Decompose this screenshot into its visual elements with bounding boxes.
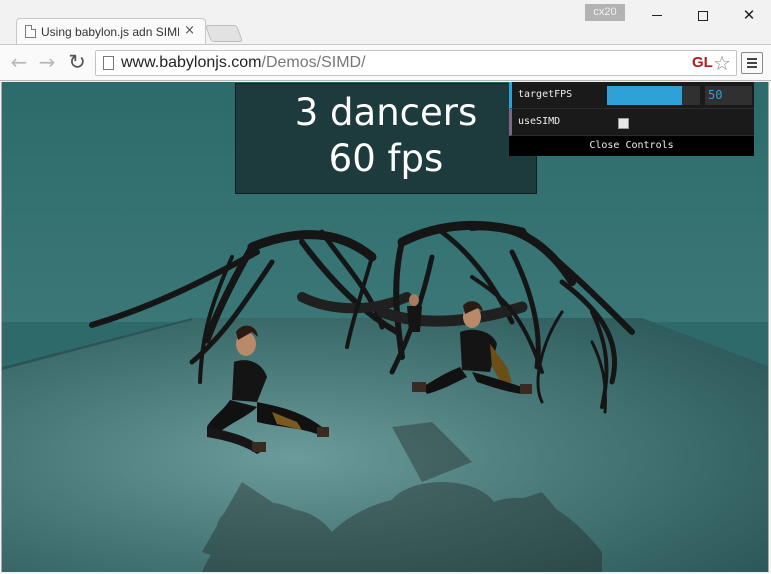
user-badge: cx20 — [585, 4, 625, 21]
page-icon — [25, 25, 36, 38]
slider-fill — [607, 86, 683, 105]
maximize-button[interactable] — [680, 2, 726, 28]
window-close-button[interactable]: ✕ — [726, 2, 771, 28]
webgl-extension-icon[interactable]: GL — [692, 54, 713, 71]
menu-bar-line — [747, 62, 757, 64]
fps-counter-text: 60 fps — [328, 137, 444, 180]
back-button[interactable]: ← — [8, 50, 30, 74]
controls-panel: targetFPS 50 useSIMD Close Controls — [509, 82, 754, 156]
minimize-icon — [652, 15, 662, 16]
browser-tab[interactable]: Using babylon.js adn SIMD × — [16, 18, 206, 44]
browser-toolbar: ← → ↻ www.babylonjs.com/Demos/SIMD/ GL ☆ — [0, 44, 771, 81]
menu-bar-line — [747, 66, 757, 68]
address-bar[interactable]: www.babylonjs.com/Demos/SIMD/ GL ☆ — [95, 50, 737, 76]
bookmark-star-icon[interactable]: ☆ — [713, 51, 731, 75]
chrome-menu-button[interactable] — [741, 52, 763, 74]
menu-bar-line — [747, 58, 757, 60]
use-simd-label: useSIMD — [518, 116, 561, 127]
target-fps-input[interactable]: 50 — [705, 86, 752, 105]
use-simd-checkbox[interactable] — [618, 118, 629, 129]
target-fps-label: targetFPS — [518, 89, 573, 100]
page-info-icon — [103, 56, 114, 70]
title-bar: Using babylon.js adn SIMD × cx20 ✕ — [0, 0, 771, 44]
webgl-canvas[interactable]: 3 dancers 60 fps targetFPS 50 useSIMD Cl… — [1, 82, 769, 572]
stats-panel: 3 dancers 60 fps — [235, 83, 537, 194]
new-tab-button[interactable] — [204, 25, 244, 42]
url-domain: www.babylonjs.com — [121, 54, 262, 71]
forward-button[interactable]: → — [36, 50, 58, 74]
maximize-icon — [698, 10, 708, 21]
minimize-button[interactable] — [634, 2, 680, 28]
tab-title: Using babylon.js adn SIMD — [41, 25, 179, 39]
target-fps-slider[interactable] — [607, 86, 700, 105]
target-fps-row: targetFPS 50 — [509, 82, 754, 109]
use-simd-row: useSIMD — [509, 109, 754, 136]
dancer-count-text: 3 dancers — [294, 91, 478, 134]
close-tab-icon[interactable]: × — [184, 23, 195, 38]
reload-button[interactable]: ↻ — [66, 50, 88, 74]
url-text: www.babylonjs.com/Demos/SIMD/ — [121, 54, 366, 72]
url-path: /Demos/SIMD/ — [261, 54, 366, 71]
close-controls-button[interactable]: Close Controls — [509, 136, 754, 156]
